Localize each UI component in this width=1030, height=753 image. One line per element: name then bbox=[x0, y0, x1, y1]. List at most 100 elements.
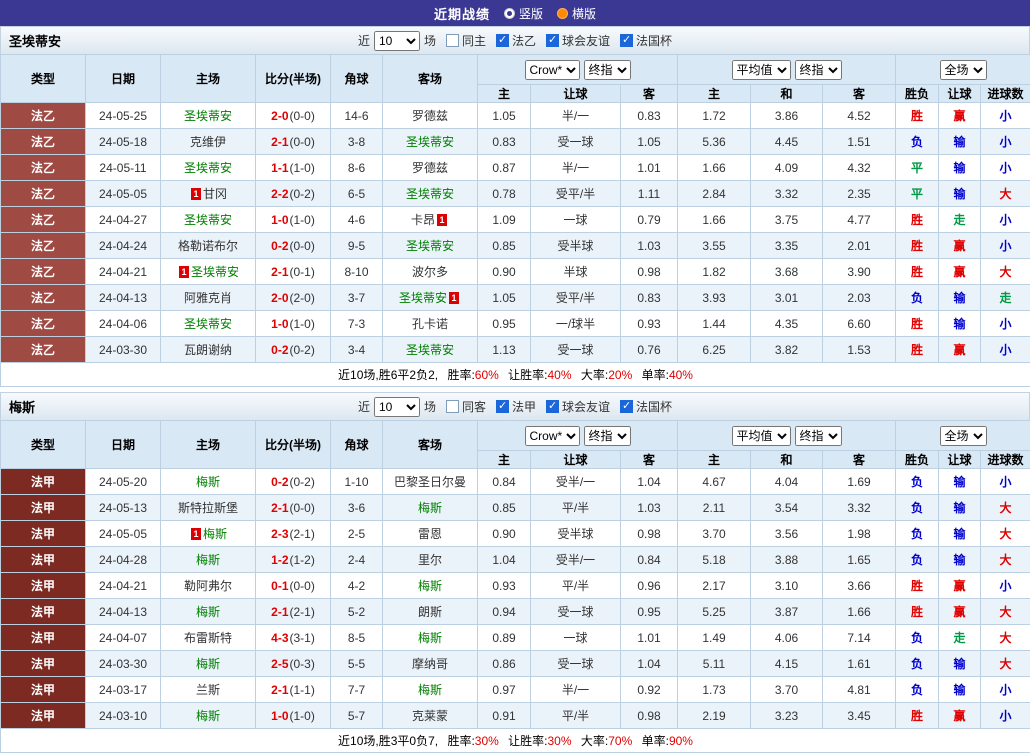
checkbox-icon[interactable] bbox=[546, 400, 559, 413]
filter-checkbox-同主[interactable]: 同主 bbox=[446, 32, 486, 49]
away-team-link[interactable]: 罗德兹 bbox=[412, 161, 448, 175]
league-cell[interactable]: 法乙 bbox=[1, 285, 86, 311]
away-team-link[interactable]: 圣埃蒂安 bbox=[406, 135, 454, 149]
average-select[interactable]: 平均值 bbox=[732, 60, 791, 80]
league-cell[interactable]: 法甲 bbox=[1, 469, 86, 495]
league-cell[interactable]: 法乙 bbox=[1, 129, 86, 155]
radio-icon[interactable] bbox=[557, 8, 568, 19]
away-team-link[interactable]: 圣埃蒂安 bbox=[406, 239, 454, 253]
home-team-link[interactable]: 圣埃蒂安 bbox=[184, 213, 232, 227]
home-team-link[interactable]: 梅斯 bbox=[196, 709, 220, 723]
europe-time-select[interactable]: 终指 bbox=[795, 426, 842, 446]
league-cell[interactable]: 法乙 bbox=[1, 311, 86, 337]
league-cell[interactable]: 法甲 bbox=[1, 547, 86, 573]
league-cell[interactable]: 法乙 bbox=[1, 233, 86, 259]
avg-away-cell: 6.60 bbox=[823, 311, 896, 337]
filter-checkbox-法国杯[interactable]: 法国杯 bbox=[620, 32, 672, 49]
home-team-link[interactable]: 梅斯 bbox=[196, 553, 220, 567]
home-team-link[interactable]: 兰斯 bbox=[196, 683, 220, 697]
handicap-time-select[interactable]: 终指 bbox=[584, 60, 631, 80]
away-team-link[interactable]: 摩纳哥 bbox=[412, 657, 448, 671]
league-cell[interactable]: 法乙 bbox=[1, 181, 86, 207]
filter-checkbox-球会友谊[interactable]: 球会友谊 bbox=[546, 398, 610, 415]
away-team-link[interactable]: 卡昂1 bbox=[411, 213, 449, 227]
home-team-link[interactable]: 1甘冈 bbox=[189, 187, 227, 201]
home-team-link[interactable]: 圣埃蒂安 bbox=[184, 109, 232, 123]
layout-option-horizontal[interactable]: 横版 bbox=[557, 5, 596, 22]
home-team-link[interactable]: 圣埃蒂安 bbox=[184, 317, 232, 331]
corner-cell: 3-7 bbox=[331, 285, 383, 311]
home-team-link[interactable]: 1圣埃蒂安 bbox=[177, 265, 239, 279]
fulltime-select[interactable]: 全场 bbox=[940, 60, 987, 80]
home-team-link[interactable]: 阿雅克肖 bbox=[184, 291, 232, 305]
handicap-home-cell: 0.87 bbox=[478, 155, 531, 181]
match-count-select[interactable]: 10 bbox=[374, 397, 420, 417]
league-cell[interactable]: 法甲 bbox=[1, 703, 86, 729]
league-cell[interactable]: 法甲 bbox=[1, 495, 86, 521]
away-team-link[interactable]: 圣埃蒂安 bbox=[406, 187, 454, 201]
checkbox-icon[interactable] bbox=[620, 34, 633, 47]
league-cell[interactable]: 法甲 bbox=[1, 599, 86, 625]
away-team-link[interactable]: 圣埃蒂安 bbox=[406, 343, 454, 357]
league-cell[interactable]: 法甲 bbox=[1, 625, 86, 651]
bookmaker-select[interactable]: Crow* bbox=[525, 60, 580, 80]
filter-checkbox-法乙[interactable]: 法乙 bbox=[496, 32, 536, 49]
away-team-link[interactable]: 巴黎圣日尔曼 bbox=[394, 475, 466, 489]
home-team-link[interactable]: 梅斯 bbox=[196, 657, 220, 671]
away-team-link[interactable]: 梅斯 bbox=[418, 631, 442, 645]
match-count-select[interactable]: 10 bbox=[374, 31, 420, 51]
home-team-link[interactable]: 瓦朗谢纳 bbox=[184, 343, 232, 357]
avg-home-cell: 4.67 bbox=[678, 469, 751, 495]
league-cell[interactable]: 法乙 bbox=[1, 155, 86, 181]
league-cell[interactable]: 法甲 bbox=[1, 521, 86, 547]
away-team-link[interactable]: 圣埃蒂安1 bbox=[399, 291, 461, 305]
home-team-link[interactable]: 格勒诺布尔 bbox=[178, 239, 238, 253]
checkbox-icon[interactable] bbox=[620, 400, 633, 413]
checkbox-icon[interactable] bbox=[446, 34, 459, 47]
europe-time-select[interactable]: 终指 bbox=[795, 60, 842, 80]
league-cell[interactable]: 法乙 bbox=[1, 337, 86, 363]
filter-checkbox-同客[interactable]: 同客 bbox=[446, 398, 486, 415]
away-team-link[interactable]: 雷恩 bbox=[418, 527, 442, 541]
win-draw-loss-cell: 负 bbox=[896, 677, 939, 703]
away-team-link[interactable]: 梅斯 bbox=[418, 501, 442, 515]
league-cell[interactable]: 法甲 bbox=[1, 677, 86, 703]
home-team-link[interactable]: 克维伊 bbox=[190, 135, 226, 149]
filter-checkbox-法国杯[interactable]: 法国杯 bbox=[620, 398, 672, 415]
checkbox-icon[interactable] bbox=[496, 400, 509, 413]
home-team-link[interactable]: 圣埃蒂安 bbox=[184, 161, 232, 175]
away-team-link[interactable]: 里尔 bbox=[418, 553, 442, 567]
away-team-link[interactable]: 朗斯 bbox=[418, 605, 442, 619]
league-cell[interactable]: 法甲 bbox=[1, 651, 86, 677]
league-cell[interactable]: 法乙 bbox=[1, 103, 86, 129]
filter-label: 法国杯 bbox=[636, 398, 672, 415]
filter-checkbox-球会友谊[interactable]: 球会友谊 bbox=[546, 32, 610, 49]
home-team-link[interactable]: 勒阿弗尔 bbox=[184, 579, 232, 593]
home-team-link[interactable]: 梅斯 bbox=[196, 475, 220, 489]
bookmaker-select[interactable]: Crow* bbox=[525, 426, 580, 446]
radio-selected-icon[interactable] bbox=[504, 8, 515, 19]
checkbox-icon[interactable] bbox=[546, 34, 559, 47]
league-cell[interactable]: 法乙 bbox=[1, 259, 86, 285]
layout-option-vertical[interactable]: 竖版 bbox=[504, 5, 543, 22]
away-team-link[interactable]: 梅斯 bbox=[418, 579, 442, 593]
away-team-link[interactable]: 波尔多 bbox=[412, 265, 448, 279]
league-cell[interactable]: 法乙 bbox=[1, 207, 86, 233]
away-team-link[interactable]: 罗德兹 bbox=[412, 109, 448, 123]
away-team-link[interactable]: 孔卡诺 bbox=[412, 317, 448, 331]
away-team-link[interactable]: 克莱蒙 bbox=[412, 709, 448, 723]
filter-checkbox-法甲[interactable]: 法甲 bbox=[496, 398, 536, 415]
checkbox-icon[interactable] bbox=[446, 400, 459, 413]
goals-result-cell: 小 bbox=[981, 233, 1030, 259]
checkbox-icon[interactable] bbox=[496, 34, 509, 47]
away-team-link[interactable]: 梅斯 bbox=[418, 683, 442, 697]
home-team-link[interactable]: 1梅斯 bbox=[189, 527, 227, 541]
home-team-link[interactable]: 布雷斯特 bbox=[184, 631, 232, 645]
fulltime-select[interactable]: 全场 bbox=[940, 426, 987, 446]
league-cell[interactable]: 法甲 bbox=[1, 573, 86, 599]
home-team-link[interactable]: 梅斯 bbox=[196, 605, 220, 619]
home-team-link[interactable]: 斯特拉斯堡 bbox=[178, 501, 238, 515]
average-select[interactable]: 平均值 bbox=[732, 426, 791, 446]
handicap-time-select[interactable]: 终指 bbox=[584, 426, 631, 446]
date-cell: 24-04-27 bbox=[86, 207, 161, 233]
